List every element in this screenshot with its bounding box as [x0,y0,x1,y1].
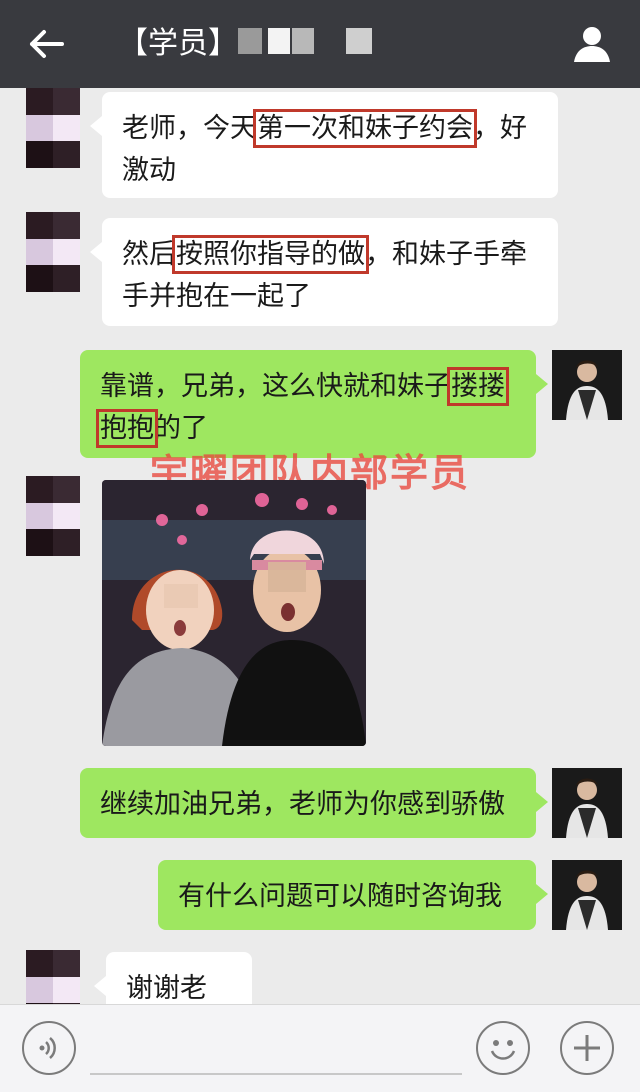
message-bubble[interactable]: 谢谢老师 [94,952,252,1004]
message-text: 靠谱，兄弟，这么快就和妹子 [100,371,451,402]
my-avatar[interactable] [552,350,622,420]
chat-area[interactable]: 老师，今天第一次和妹子约会，好激动 然后按照你指导的做，和妹子手牵手并抱在一起了… [0,88,640,1004]
message-input[interactable] [90,1023,462,1075]
contact-info-icon[interactable] [570,22,614,66]
message-text: 有什么问题可以随时咨询我 [178,881,502,912]
my-avatar[interactable] [552,860,622,930]
redacted-name [268,28,290,54]
input-bar [0,1004,640,1092]
voice-icon[interactable] [22,1021,76,1075]
avatar[interactable] [26,212,82,292]
message-text: 老师，今天 [122,113,257,144]
avatar[interactable] [26,88,82,168]
redacted-name [346,28,372,54]
message-bubble[interactable]: 继续加油兄弟，老师为你感到骄傲 [80,768,548,838]
message-text: 然后 [122,239,176,270]
emoji-icon[interactable] [476,1021,530,1075]
message-bubble[interactable]: 有什么问题可以随时咨询我 [158,860,548,930]
avatar[interactable] [26,950,82,1004]
highlighted-text: 第一次和妹子约会 [253,109,477,148]
my-avatar[interactable] [552,768,622,838]
message-text: 的了 [154,413,208,444]
back-arrow-icon[interactable] [24,22,68,66]
message-bubble[interactable]: 然后按照你指导的做，和妹子手牵手并抱在一起了 [90,218,558,326]
redacted-name [238,28,262,54]
message-text: 谢谢老师 [126,973,207,1004]
message-bubble[interactable]: 老师，今天第一次和妹子约会，好激动 [90,92,558,198]
chat-title: 【学员】 [118,26,238,61]
plus-icon[interactable] [560,1021,614,1075]
highlighted-text: 按照你指导的做 [172,235,369,274]
avatar[interactable] [26,476,82,556]
redacted-name [292,28,314,54]
message-text: 继续加油兄弟，老师为你感到骄傲 [100,789,505,820]
title-bar: 【学员】 [0,0,640,88]
photo-message[interactable] [102,480,366,746]
